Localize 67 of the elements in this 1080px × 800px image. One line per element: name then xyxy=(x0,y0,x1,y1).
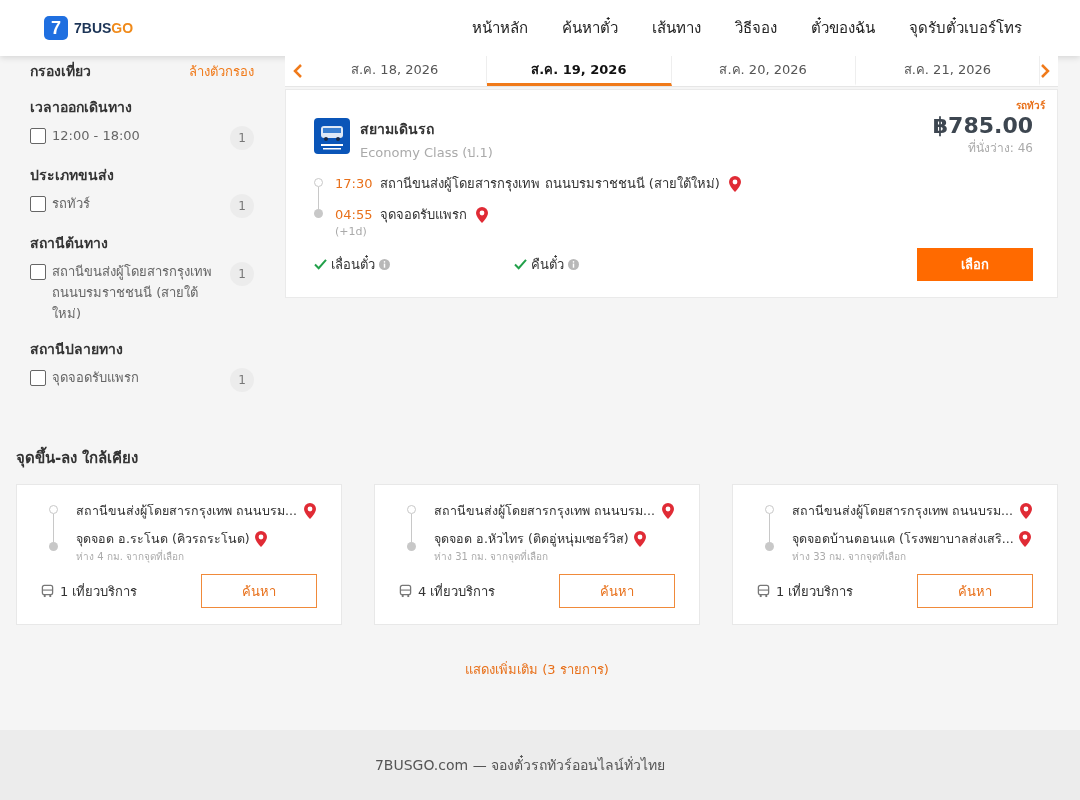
filter-group-title: สถานีปลายทาง xyxy=(30,340,124,360)
filter-option-label[interactable]: รถทัวร์ xyxy=(52,194,224,215)
stop-name: สถานีขนส่งผู้โดยสารกรุงเทพ ถนนบรม... xyxy=(792,502,1013,521)
map-pin-icon[interactable] xyxy=(1017,530,1032,549)
logo-mark[interactable]: 7 xyxy=(44,16,68,40)
trip-count: 1 เที่ยวบริการ xyxy=(776,582,854,601)
checkbox[interactable] xyxy=(30,128,46,144)
count-badge: 1 xyxy=(230,126,254,150)
map-pin-icon[interactable] xyxy=(632,530,647,549)
stop-name: จุดจอดบ้านดอนแค (โรงพยาบาลส่งเสริ... xyxy=(792,530,1014,549)
distance-note: ห่าง 31 กม. จากจุดที่เลือก xyxy=(434,549,550,565)
nav-link[interactable]: จุดรับตั๋วเบอร์โทร xyxy=(909,16,1022,40)
filter-group-title: ประเภทขนส่ง xyxy=(30,166,115,185)
nav-link[interactable]: ค้นหาตั๋ว xyxy=(562,16,618,40)
date-tab[interactable]: ส.ค. 21, 2026 xyxy=(855,56,1040,86)
stop-name: จุดจอด อ.ระโนด (คิวรถระโนด) xyxy=(76,530,250,549)
map-pin-icon[interactable] xyxy=(475,205,490,224)
map-pin-icon[interactable] xyxy=(303,502,317,521)
nav-link[interactable]: หน้าหลัก xyxy=(472,16,528,40)
map-pin-icon[interactable] xyxy=(727,174,742,193)
brand-name[interactable]: 7BUSGO xyxy=(74,20,134,36)
distance-note: ห่าง 4 กม. จากจุดที่เลือก xyxy=(76,549,186,565)
feature-label: คืนตั๋ว xyxy=(531,254,564,274)
checkbox[interactable] xyxy=(30,264,46,280)
map-pin-icon[interactable] xyxy=(1019,502,1033,521)
trip-count: 1 เที่ยวบริการ xyxy=(60,582,138,601)
operator-name: สยามเดินรถ xyxy=(360,120,435,139)
day-offset: (+1d) xyxy=(335,225,368,238)
filter-group-title: เวลาออกเดินทาง xyxy=(30,98,133,117)
bus-icon xyxy=(399,584,412,599)
filter-option-label[interactable]: จุดจอดรับแพรก xyxy=(52,368,224,390)
nav-link[interactable]: วิธีจอง xyxy=(735,16,777,40)
price: ฿785.00 xyxy=(932,113,1033,138)
stop-name: สถานีขนส่งผู้โดยสารกรุงเทพ ถนนบรม... xyxy=(76,502,297,521)
stop-name: จุดจอด อ.หัวไทร (ติดอู่หนุ่มเซอร์วิส) xyxy=(434,530,629,549)
nav-link[interactable]: เส้นทาง xyxy=(652,16,701,40)
stop-name: สถานีขนส่งผู้โดยสารกรุงเทพ ถนนบรม... xyxy=(434,502,655,521)
trip-count: 4 เที่ยวบริการ xyxy=(418,582,496,601)
date-tab[interactable]: ส.ค. 19, 2026 xyxy=(487,56,672,86)
filter-title: กรองเที่ยว xyxy=(30,60,91,81)
stop-time: 04:55 xyxy=(335,207,373,222)
count-badge: 1 xyxy=(230,262,254,286)
seats-available: ที่นั่งว่าง: 46 xyxy=(967,138,1033,157)
bus-logo-icon xyxy=(314,118,350,154)
nav-link[interactable]: ตั๋วของฉัน xyxy=(811,16,875,40)
date-tab[interactable]: ส.ค. 20, 2026 xyxy=(671,56,856,86)
bus-icon xyxy=(41,584,54,599)
stop-name: สถานีขนส่งผู้โดยสารกรุงเทพ ถนนบรมราชชนนี (สายใต้ใหม่) xyxy=(380,175,720,194)
stop-name: จุดจอดรับแพรก xyxy=(380,206,468,225)
bus-icon xyxy=(757,584,770,599)
footer-text: 7BUSGO.com — จองตั๋วรถทัวร์ออนไลน์ทั่วไทย xyxy=(374,754,666,775)
map-pin-icon[interactable] xyxy=(661,502,675,521)
vehicle-type-tag: รถทัวร์ xyxy=(1016,98,1045,113)
filter-group-title: สถานีต้นทาง xyxy=(30,234,109,253)
count-badge: 1 xyxy=(230,194,254,218)
distance-note: ห่าง 33 กม. จากจุดที่เลือก xyxy=(792,549,908,565)
checkbox[interactable] xyxy=(30,196,46,212)
map-pin-icon[interactable] xyxy=(253,530,268,549)
filter-option-label[interactable]: 12:00 - 18:00 xyxy=(52,126,224,147)
stop-time: 17:30 xyxy=(335,176,373,191)
bus-class: Economy Class (ป.1) xyxy=(360,144,493,162)
date-tab[interactable]: ส.ค. 18, 2026 xyxy=(303,56,488,86)
checkbox[interactable] xyxy=(30,370,46,387)
count-badge: 1 xyxy=(230,368,254,393)
feature-label: เลื่อนตั๋ว xyxy=(331,254,375,274)
section-title: จุดขึ้น-ลง ใกล้เคียง xyxy=(16,446,1058,471)
filter-option-label[interactable]: สถานีขนส่งผู้โดยสารกรุงเทพ ถนนบรมราชชนนี (สายใต้ใหม่) xyxy=(52,262,224,325)
